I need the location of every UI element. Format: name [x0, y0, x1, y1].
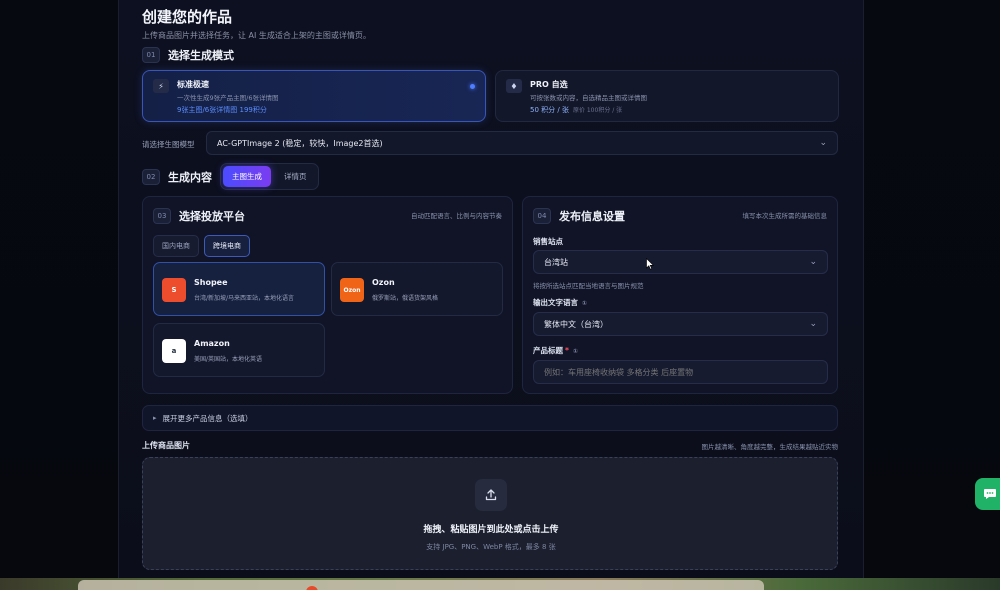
dropzone-sub-text: 支持 JPG、PNG、WebP 格式，最多 8 张	[426, 543, 556, 551]
platform-hint: 自动匹配语言、比例与内容节奏	[411, 212, 502, 220]
site-select[interactable]: 台湾站 ⌄	[533, 250, 828, 274]
shopee-logo-icon: S	[162, 278, 186, 302]
upload-dropzone[interactable]: 拖拽、粘贴图片到此处或点击上传 支持 JPG、PNG、WebP 格式，最多 8 …	[142, 457, 838, 570]
mode-price: 50 积分 / 张原价 100积分 / 张	[530, 105, 622, 115]
step-badge: 03	[153, 208, 171, 224]
page-subtitle: 上传商品图片并选择任务，让 AI 生成适合上架的主图或详情页。	[142, 31, 371, 40]
mode-card-standard[interactable]: ⚡ 标准极速 一次性生成9张产品主图/6张详情图 9张主图/6张详情图 199积…	[142, 70, 486, 122]
language-value: 繁体中文（台湾）	[544, 319, 608, 329]
site-label: 销售站点	[533, 237, 563, 246]
step-badge: 02	[142, 168, 160, 185]
platform-desc: 台湾/新加坡/马来西亚站，本地化语言	[194, 295, 295, 302]
site-hint: 将按所选站点匹配当地语言与图片规范	[533, 282, 644, 290]
mode-card-pro[interactable]: ♦ PRO 自选 可按张数或内容，自选精品主图或详情图 50 积分 / 张原价 …	[495, 70, 839, 122]
chevron-down-icon: ⌄	[809, 319, 817, 329]
product-title-label: 产品标题 * ①	[533, 345, 578, 356]
tab-cross-border[interactable]: 跨境电商	[204, 235, 250, 257]
page-title: 创建您的作品	[142, 8, 233, 26]
step-3-header: 03 选择投放平台	[153, 208, 245, 224]
tab-main-image[interactable]: 主图生成	[223, 166, 271, 187]
mode-price-value: 50 积分 / 张	[530, 106, 569, 114]
model-select[interactable]: AC-GPTImage 2 (稳定，较快，Image2首选) ⌄	[206, 131, 838, 155]
chat-icon	[984, 489, 996, 499]
tab-detail-page[interactable]: 详情页	[275, 166, 316, 187]
platform-section: 03 选择投放平台 自动匹配语言、比例与内容节奏 国内电商 跨境电商 S Sho…	[142, 196, 513, 394]
gem-icon: ♦	[506, 79, 522, 93]
ozon-logo-icon: Ozon	[340, 278, 364, 302]
taskbar-dock	[78, 580, 764, 590]
upload-icon	[475, 479, 507, 511]
platform-desc: 俄罗斯站，俄语货架风格	[372, 295, 439, 302]
lang-label: 输出文字语言 ①	[533, 297, 587, 308]
chevron-down-icon: ⌄	[809, 257, 817, 267]
chevron-down-icon: ⌄	[819, 138, 827, 148]
platform-name: Ozon	[372, 278, 395, 287]
selected-radio-icon	[470, 84, 475, 89]
step-title: 生成内容	[168, 170, 212, 184]
step-4-header: 04 发布信息设置	[533, 208, 625, 224]
upload-label: 上传商品图片	[142, 441, 190, 450]
mode-price: 9张主图/6张详情图 199积分	[177, 106, 267, 114]
info-icon: ①	[572, 348, 579, 355]
step-title: 选择生成模式	[168, 49, 234, 62]
mode-name: 标准极速	[177, 80, 209, 89]
platform-name: Shopee	[194, 278, 228, 287]
lightning-icon: ⚡	[153, 79, 169, 93]
chat-button[interactable]	[975, 478, 1000, 510]
platform-card-ozon[interactable]: Ozon Ozon 俄罗斯站，俄语货架风格	[331, 262, 503, 316]
platform-name: Amazon	[194, 339, 230, 348]
expander-label: 展开更多产品信息（选填）	[162, 413, 253, 423]
left-backdrop	[0, 0, 118, 590]
step-badge: 04	[533, 208, 551, 224]
more-info-expander[interactable]: ▸ 展开更多产品信息（选填）	[142, 405, 838, 431]
language-select[interactable]: 繁体中文（台湾） ⌄	[533, 312, 828, 336]
publish-hint: 填写本次生成所需的基础信息	[742, 212, 828, 220]
mouse-cursor-icon	[646, 258, 654, 270]
mode-name: PRO 自选	[530, 80, 568, 89]
step-badge: 01	[142, 47, 160, 63]
content-tabs: 主图生成 详情页	[220, 163, 319, 190]
mode-desc: 可按张数或内容，自选精品主图或详情图	[530, 94, 647, 102]
tab-domestic[interactable]: 国内电商	[153, 235, 199, 257]
model-value: AC-GPTImage 2 (稳定，较快，Image2首选)	[217, 138, 383, 148]
step-1-header: 01 选择生成模式	[142, 47, 234, 63]
amazon-logo-icon: a	[162, 339, 186, 363]
model-label: 请选择生图模型	[142, 140, 195, 149]
site-value: 台湾站	[544, 257, 568, 267]
platform-card-amazon[interactable]: a Amazon 美国/英国站，本地化英语	[153, 323, 325, 377]
step-title: 发布信息设置	[559, 210, 625, 223]
info-icon: ①	[582, 300, 588, 307]
chevron-right-icon: ▸	[153, 414, 157, 422]
lang-label-text: 输出文字语言	[533, 298, 578, 307]
mode-price-original: 原价 100积分 / 张	[572, 107, 623, 114]
required-mark: *	[565, 346, 569, 355]
platform-desc: 美国/英国站，本地化英语	[194, 356, 263, 363]
region-tabs: 国内电商 跨境电商	[153, 235, 250, 257]
product-title-input[interactable]	[533, 360, 828, 384]
mode-desc: 一次性生成9张产品主图/6张详情图	[177, 94, 279, 102]
platform-card-shopee[interactable]: S Shopee 台湾/新加坡/马来西亚站，本地化语言	[153, 262, 325, 316]
dropzone-main-text: 拖拽、粘贴图片到此处或点击上传	[423, 525, 559, 535]
step-title: 选择投放平台	[179, 210, 245, 223]
step-2-header: 02 生成内容 主图生成 详情页	[142, 163, 319, 190]
upload-hint: 图片越清晰、角度越完整，生成结果越贴近实物	[701, 443, 839, 451]
product-title-label-text: 产品标题	[533, 346, 563, 355]
